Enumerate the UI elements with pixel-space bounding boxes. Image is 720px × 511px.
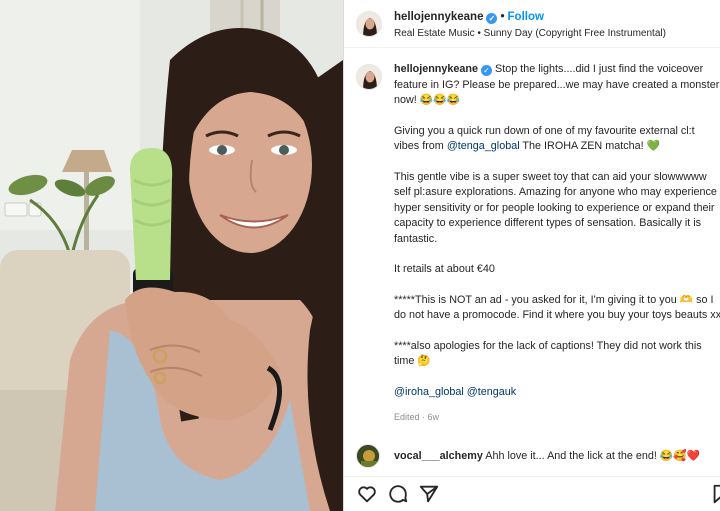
verified-badge-icon: ✓ [481, 65, 493, 76]
comment-row: vocal___alchemy Ahh love it... And the l… [356, 444, 718, 470]
post-header: hellojennykeane ✓ • Follow Real Estate Musi… [344, 0, 720, 48]
bookmark-icon[interactable] [710, 483, 720, 505]
post-media[interactable] [0, 0, 343, 511]
follow-button[interactable]: Follow [508, 11, 544, 23]
audio-track-link[interactable]: Real Estate Music • Sunny Day (Copyright… [394, 28, 666, 39]
header-username-line: hellojennykeane ✓ • Follow [394, 11, 544, 24]
verified-badge-icon: ✓ [486, 13, 498, 24]
comment-icon[interactable] [387, 483, 409, 505]
post-panel: hellojennykeane ✓ • Follow Real Estate Musi… [343, 0, 720, 511]
commenter-username[interactable]: vocal___alchemy [394, 450, 483, 462]
header-separator: • [500, 11, 505, 23]
caption-paragraph-6: ****also apologies for the lack of capti… [394, 339, 702, 368]
caption-author-avatar[interactable] [356, 64, 382, 90]
caption-paragraph-2: Giving you a quick run down of one of my… [394, 124, 720, 155]
caption-paragraph-1: hellojennykeane ✓ Stop the lights....did … [394, 62, 720, 109]
caption-paragraph-4: It retails at about €40 [394, 263, 495, 275]
caption-body: hellojennykeane ✓ Stop the lights....did … [394, 62, 720, 426]
mention-tenga-global[interactable]: @tenga_global [447, 140, 520, 152]
commenter-avatar[interactable] [356, 444, 380, 468]
paper-plane-icon[interactable] [418, 483, 440, 505]
edited-timestamp: Edited · 6w [394, 412, 440, 422]
media-illustration [0, 0, 343, 511]
caption-paragraph-5: *****This is NOT an ad - you asked for i… [394, 293, 720, 322]
caption-mentions: @iroha_global @tengauk [394, 385, 720, 401]
heart-icon[interactable] [356, 483, 378, 505]
post-actions-bar [344, 476, 720, 511]
mention-tengauk[interactable]: @tengauk [467, 386, 516, 398]
caption-paragraph-3: This gentle vibe is a super sweet toy th… [394, 170, 717, 245]
caption-text-2b: The IROHA ZEN matcha! 💚 [519, 140, 661, 152]
comment-body: Ahh love it... And the lick at the end! … [485, 450, 701, 462]
author-avatar[interactable] [356, 11, 382, 37]
caption-username[interactable]: hellojennykeane [394, 63, 478, 75]
mention-iroha-global[interactable]: @iroha_global [394, 386, 464, 398]
author-username[interactable]: hellojennykeane [394, 11, 483, 23]
comment-text-line: vocal___alchemy Ahh love it... And the l… [394, 449, 700, 462]
